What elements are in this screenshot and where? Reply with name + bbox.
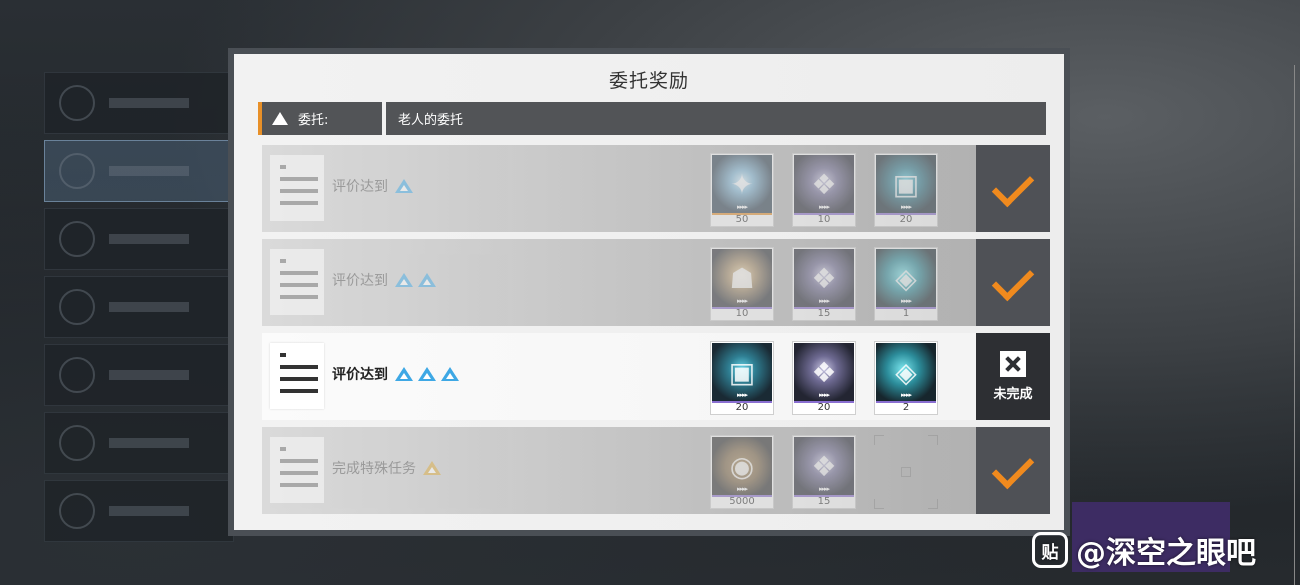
star-shard-icon: ✦ ▸▸▸▸ <box>712 155 772 213</box>
complete-status <box>976 145 1050 232</box>
dialog-panel: 委托奖励 委托: 老人的委托 评价达到 ✦ ▸▸▸▸ 50 ❖ ▸▸▸▸ 10 ▣ ▸▸▸▸ 20… <box>234 54 1064 530</box>
feather-relic-icon: ❖ ▸▸▸▸ <box>794 249 854 307</box>
background-list-item <box>44 276 234 338</box>
watermark: 贴 @深空之眼吧 <box>1032 530 1256 571</box>
background-commission-list <box>44 72 234 542</box>
document-icon <box>270 437 324 503</box>
commission-label: 委托: <box>298 113 329 128</box>
tier-requirement-label: 完成特殊任务 <box>332 461 416 477</box>
document-icon <box>270 155 324 221</box>
checkmark-icon <box>991 164 1035 207</box>
reward-tier-row[interactable]: 评价达到 ▣ ▸▸▸▸ 20 ❖ ▸▸▸▸ 20 ◈ ▸▸▸▸ 2 未完成 <box>262 333 1050 420</box>
rank-icons <box>394 178 414 194</box>
background-list-item <box>44 412 234 474</box>
reward-quantity: 50 <box>735 214 749 225</box>
dialog-title: 委托奖励 <box>608 70 689 92</box>
reward-tier-list: 评价达到 ✦ ▸▸▸▸ 50 ❖ ▸▸▸▸ 10 ▣ ▸▸▸▸ 20 评价达到 ☗ ▸▸▸▸ 10 ❖ ▸▸▸… <box>262 145 1050 521</box>
tier-requirement: 评价达到 <box>332 270 437 290</box>
commission-reward-dialog: 委托奖励 委托: 老人的委托 评价达到 ✦ ▸▸▸▸ 50 ❖ ▸▸▸▸ 10 ▣ ▸▸▸▸ 20… <box>228 48 1070 536</box>
rank-icons <box>422 460 442 476</box>
reward-quantity: 2 <box>902 402 910 413</box>
reward-tier-content: 评价达到 ✦ ▸▸▸▸ 50 ❖ ▸▸▸▸ 10 ▣ ▸▸▸▸ 20 <box>262 145 976 232</box>
background-list-item <box>44 208 234 270</box>
feather-relic-icon: ❖ ▸▸▸▸ <box>794 437 854 495</box>
reward-item[interactable]: ❖ ▸▸▸▸ 15 <box>792 435 856 509</box>
rank-icons <box>394 272 437 288</box>
rank-triangle-icon <box>441 367 459 381</box>
reward-quantity: 1 <box>902 308 910 319</box>
background-list-item <box>44 480 234 542</box>
checkmark-icon <box>991 446 1035 489</box>
document-icon <box>270 249 324 315</box>
reward-quantity: 20 <box>817 402 831 413</box>
reward-items: ☗ ▸▸▸▸ 10 ❖ ▸▸▸▸ 15 ◈ ▸▸▸▸ 1 <box>710 247 938 321</box>
incomplete-status: 未完成 <box>976 333 1050 420</box>
feather-relic-icon: ❖ ▸▸▸▸ <box>794 155 854 213</box>
reward-item[interactable]: ▣ ▸▸▸▸ 20 <box>710 341 774 415</box>
background-list-item <box>44 344 234 406</box>
complete-status <box>976 239 1050 326</box>
commission-label-box: 委托: <box>258 102 382 135</box>
reward-item[interactable]: ✦ ▸▸▸▸ 50 <box>710 153 774 227</box>
data-cube-icon: ▣ ▸▸▸▸ <box>712 343 772 401</box>
reward-quantity: 15 <box>817 308 831 319</box>
data-cube-icon: ▣ ▸▸▸▸ <box>876 155 936 213</box>
rank-triangle-icon <box>395 367 413 381</box>
character-figure-icon: ☗ ▸▸▸▸ <box>712 249 772 307</box>
reward-quantity: 10 <box>817 214 831 225</box>
reward-quantity: 10 <box>735 308 749 319</box>
tier-requirement: 评价达到 <box>332 176 414 196</box>
reward-tier-row[interactable]: 评价达到 ☗ ▸▸▸▸ 10 ❖ ▸▸▸▸ 15 ◈ ▸▸▸▸ 1 <box>262 239 1050 326</box>
rank-icons <box>394 366 460 382</box>
reward-quantity: 5000 <box>729 496 755 507</box>
reward-item[interactable]: ❖ ▸▸▸▸ 20 <box>792 341 856 415</box>
watermark-text: @深空之眼吧 <box>1076 536 1256 571</box>
feather-relic-icon: ❖ ▸▸▸▸ <box>794 343 854 401</box>
reward-tier-content: 评价达到 ☗ ▸▸▸▸ 10 ❖ ▸▸▸▸ 15 ◈ ▸▸▸▸ 1 <box>262 239 976 326</box>
reward-items: ◉ ▸▸▸▸ 5000 ❖ ▸▸▸▸ 15 <box>710 435 938 509</box>
background-list-item <box>44 72 234 134</box>
tier-requirement: 评价达到 <box>332 364 460 384</box>
document-icon <box>270 343 324 409</box>
reward-tier-row[interactable]: 评价达到 ✦ ▸▸▸▸ 50 ❖ ▸▸▸▸ 10 ▣ ▸▸▸▸ 20 <box>262 145 1050 232</box>
crystal-cluster-icon: ◈ ▸▸▸▸ <box>876 343 936 401</box>
rank-triangle-icon <box>423 461 441 475</box>
reward-item[interactable]: ◈ ▸▸▸▸ 2 <box>874 341 938 415</box>
tier-requirement-label: 评价达到 <box>332 179 388 195</box>
background-edge <box>1294 65 1300 585</box>
reward-item[interactable]: ▣ ▸▸▸▸ 20 <box>874 153 938 227</box>
reward-items: ▣ ▸▸▸▸ 20 ❖ ▸▸▸▸ 20 ◈ ▸▸▸▸ 2 <box>710 341 938 415</box>
close-x-icon <box>1000 351 1026 377</box>
reward-item[interactable]: ☗ ▸▸▸▸ 10 <box>710 247 774 321</box>
rank-triangle-icon <box>418 273 436 287</box>
commission-triangle-icon <box>272 112 288 125</box>
tier-requirement: 完成特殊任务 <box>332 458 442 478</box>
gold-coin-icon: ◉ ▸▸▸▸ <box>712 437 772 495</box>
crystal-cluster-icon: ◈ ▸▸▸▸ <box>876 249 936 307</box>
checkmark-icon <box>991 258 1035 301</box>
reward-tier-content: 完成特殊任务 ◉ ▸▸▸▸ 5000 ❖ ▸▸▸▸ 15 <box>262 427 976 514</box>
tier-requirement-label: 评价达到 <box>332 273 388 289</box>
reward-quantity: 20 <box>899 214 913 225</box>
tieba-logo-icon: 贴 <box>1032 532 1068 568</box>
reward-item[interactable]: ◉ ▸▸▸▸ 5000 <box>710 435 774 509</box>
reward-item[interactable]: ◈ ▸▸▸▸ 1 <box>874 247 938 321</box>
tier-requirement-label: 评价达到 <box>332 367 388 383</box>
empty-slot-icon <box>874 435 938 509</box>
reward-tier-content: 评价达到 ▣ ▸▸▸▸ 20 ❖ ▸▸▸▸ 20 ◈ ▸▸▸▸ 2 <box>262 333 976 420</box>
rank-triangle-icon <box>418 367 436 381</box>
reward-tier-row[interactable]: 完成特殊任务 ◉ ▸▸▸▸ 5000 ❖ ▸▸▸▸ 15 <box>262 427 1050 514</box>
reward-items: ✦ ▸▸▸▸ 50 ❖ ▸▸▸▸ 10 ▣ ▸▸▸▸ 20 <box>710 153 938 227</box>
reward-item[interactable]: ❖ ▸▸▸▸ 10 <box>792 153 856 227</box>
rank-triangle-icon <box>395 273 413 287</box>
reward-quantity: 15 <box>817 496 831 507</box>
commission-name: 老人的委托 <box>386 102 1046 135</box>
reward-quantity: 20 <box>735 402 749 413</box>
background-list-item <box>44 140 234 202</box>
complete-status <box>976 427 1050 514</box>
reward-item[interactable]: ❖ ▸▸▸▸ 15 <box>792 247 856 321</box>
rank-triangle-icon <box>395 179 413 193</box>
incomplete-label: 未完成 <box>993 387 1033 402</box>
commission-header: 委托: 老人的委托 <box>258 102 1046 135</box>
